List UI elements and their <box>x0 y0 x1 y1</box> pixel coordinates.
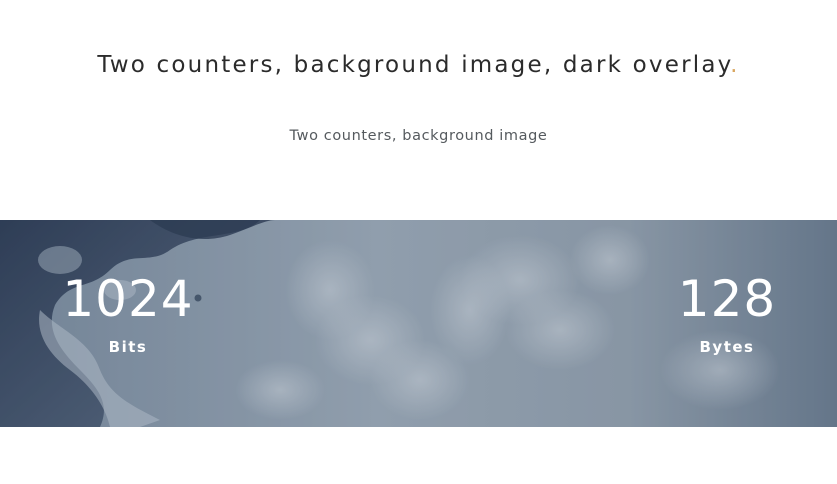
section-title: Two counters, background image, dark ove… <box>0 52 837 78</box>
section-subtitle: Two counters, background image <box>289 128 548 144</box>
counter-bytes: 128 Bytes <box>637 270 817 356</box>
counter-bytes-label: Bytes <box>699 338 755 356</box>
page: Two counters, background image, dark ove… <box>0 0 837 484</box>
counter-bytes-value: 128 <box>677 270 777 328</box>
title-accent-dot: . <box>730 52 740 78</box>
counter-bits-value: 1024 <box>62 270 194 328</box>
counter-bits: 1024 Bits <box>38 270 218 356</box>
counters-band: 1024 Bits 128 Bytes <box>0 220 837 427</box>
counter-bits-label: Bits <box>108 338 148 356</box>
section-title-text: Two counters, background image, dark ove… <box>97 52 731 78</box>
